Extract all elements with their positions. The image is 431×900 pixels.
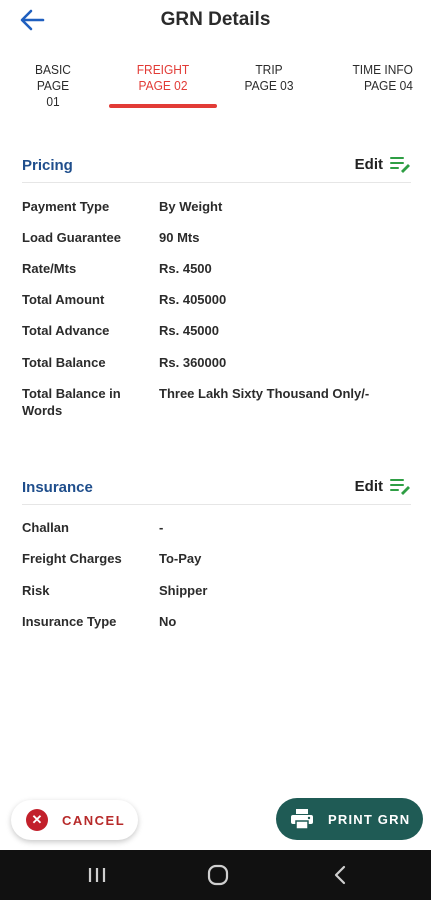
system-nav-bar: [0, 850, 431, 900]
active-tab-indicator: [109, 104, 217, 108]
tab-basic-page: PAGE 01: [36, 78, 70, 109]
tab-basic[interactable]: BASIC PAGE 01: [30, 62, 76, 110]
home-icon: [207, 864, 229, 886]
row-value: To-Pay: [159, 551, 202, 566]
insurance-section-header: Insurance Edit: [22, 475, 411, 505]
row-value: Three Lakh Sixty Thousand Only/-: [159, 386, 370, 401]
edit-list-icon: [390, 157, 410, 173]
insurance-title: Insurance: [22, 479, 93, 496]
home-button[interactable]: [188, 850, 248, 900]
row-label: Total Advance: [22, 323, 110, 338]
row-label: Freight Charges: [22, 551, 122, 566]
row-value: Shipper: [159, 583, 208, 598]
tab-freight-page: PAGE 02: [138, 78, 188, 93]
tab-trip[interactable]: TRIP PAGE 03: [242, 62, 295, 94]
pricing-title: Pricing: [22, 157, 73, 174]
row-value: Rs. 360000: [159, 355, 227, 370]
row-label: Challan: [22, 520, 69, 535]
row-value: Rs. 4500: [159, 261, 212, 276]
row-value: -: [159, 520, 164, 535]
pricing-edit-button[interactable]: Edit: [355, 155, 411, 173]
print-grn-label: PRINT GRN: [328, 811, 411, 827]
print-grn-button[interactable]: PRINT GRN: [276, 798, 423, 840]
row-value: 90 Mts: [159, 230, 200, 245]
row-label: Total Amount: [22, 292, 105, 307]
pricing-section-header: Pricing Edit: [22, 153, 411, 183]
chevron-left-icon: [334, 865, 346, 885]
row-label: Insurance Type: [22, 614, 117, 629]
tab-time-info-label: TIME INFO: [352, 62, 413, 77]
row-label: Risk: [22, 583, 50, 598]
cancel-label: CANCEL: [62, 812, 126, 828]
row-value: By Weight: [159, 199, 223, 214]
page-title: GRN Details: [160, 9, 271, 30]
edit-list-icon: [390, 479, 410, 495]
tab-basic-label: BASIC: [35, 62, 71, 77]
recent-apps-icon: [88, 868, 106, 882]
row-label: Load Guarantee: [22, 230, 121, 245]
row-label: Payment Type: [22, 199, 110, 214]
insurance-edit-button[interactable]: Edit: [355, 477, 411, 495]
app-bar: GRN Details: [0, 0, 431, 42]
tab-bar: BASIC PAGE 01 FREIGHT PAGE 02 TRIP PAGE …: [0, 46, 431, 114]
row-label: Total Balance: [22, 355, 106, 370]
tab-freight-label: FREIGHT: [136, 62, 190, 77]
tab-trip-page: PAGE 03: [244, 78, 294, 93]
tab-time-info[interactable]: TIME INFO PAGE 04: [343, 62, 413, 94]
tab-trip-label: TRIP: [255, 62, 283, 77]
tab-freight[interactable]: FREIGHT PAGE 02: [128, 62, 198, 94]
row-label: Rate/Mts: [22, 261, 77, 276]
cancel-button[interactable]: ✕ CANCEL: [11, 800, 138, 840]
row-value: Rs. 45000: [159, 323, 219, 338]
close-circle-icon: ✕: [26, 809, 48, 831]
pricing-edit-label: Edit: [354, 155, 383, 173]
row-value: Rs. 405000: [159, 292, 227, 307]
tab-time-info-page: PAGE 04: [363, 78, 413, 93]
printer-icon: [289, 808, 315, 830]
row-value: No: [159, 614, 177, 629]
recent-apps-button[interactable]: [67, 850, 127, 900]
back-nav-button[interactable]: [310, 850, 370, 900]
insurance-edit-label: Edit: [354, 477, 383, 495]
row-label: Total Balance in Words: [22, 386, 121, 418]
